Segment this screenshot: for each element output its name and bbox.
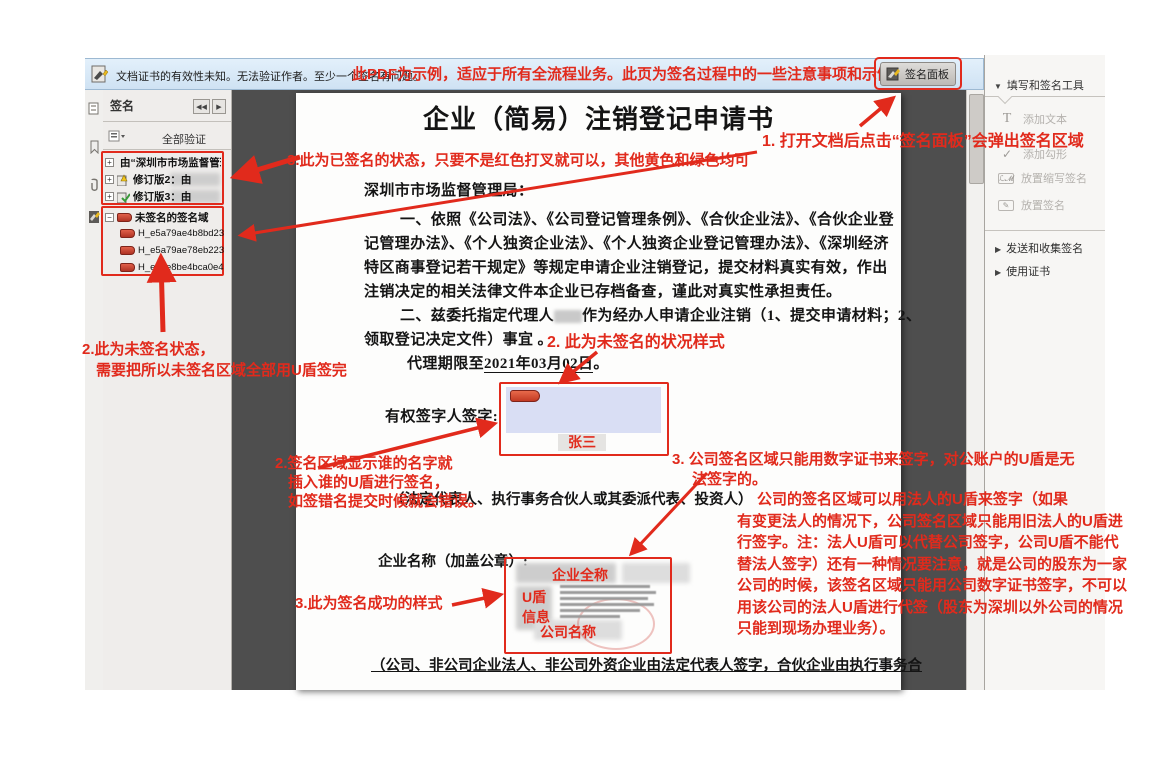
tree-item-label: H_e78e8be4bca0e4b895 [138, 262, 224, 273]
chevron-right-icon: ▶ [995, 245, 1001, 254]
signatures-pane-icon[interactable] [88, 210, 101, 224]
expand-icon[interactable]: + [105, 175, 114, 184]
bookmarks-icon[interactable] [88, 140, 101, 154]
doc-paragraph1-line4: 注销决定的相关法律文件本企业已存档备查，谨此对真实性承担责任。 [364, 280, 841, 301]
tree-item-label: 由“深圳市市场监督管理局 [120, 155, 221, 170]
panel-divider [103, 149, 231, 150]
acrobat-window: 文档证书的有效性未知。无法验证作者。至少一个签名有问题。 此PDF为示例，适应于… [0, 0, 1167, 758]
chevron-right-icon: ▶ [995, 268, 1001, 277]
tool-add-text[interactable]: T 添加文本 [998, 111, 1067, 127]
tree-item-label: 未签名的签名域 [135, 210, 209, 225]
annotation-unsigned-status-line1: 2.此为未签名状态， [82, 338, 215, 359]
annotation-label-company: 公司名称 [540, 622, 596, 642]
annotation-unsigned-sample: 2. 此为未签名的状况样式 [547, 328, 725, 352]
doc-signer-label: 有权签字人签字: [385, 405, 498, 426]
annotation-company-para-line6: 用该公司的法人U盾进行代签（股东为深圳以外公司的情况 [737, 596, 1123, 617]
annotation-top-note: 此PDF为示例，适应于所有全流程业务。此页为签名过程中的一些注意事项和示例 [352, 63, 892, 84]
signature-icon: ✎ [998, 200, 1014, 211]
tool-place-signature[interactable]: ✎ 放置签名 [998, 197, 1065, 213]
annotation-company-cert-line1: 3. 公司签名区域只能用数字证书来签字，对公账户的U盾是无 [672, 448, 1075, 469]
annotation-company-para-line4: 替法人签字）还有一种情况要注意，就是公司的股东为一家 [737, 553, 1127, 574]
collapse-panel-button[interactable]: ◀◀ [193, 99, 210, 114]
tree-item-label: H_e5a79ae78eb22323343 [138, 245, 224, 256]
panel-divider [985, 230, 1105, 231]
tree-item-label: 修订版3：由 [133, 189, 191, 204]
tree-item-signed-root[interactable]: + 由“深圳市市场监督管理局 [105, 155, 221, 170]
tree-item-label: H_e5a79ae4b8bd232334 [138, 228, 224, 239]
annotation-company-para-line2: 有变更法人的情况下，公司签名区域只能用旧法人的U盾进 [737, 510, 1123, 531]
tree-item-unsigned-group[interactable]: − 未签名的签名域 [105, 210, 221, 225]
add-text-icon: T [998, 111, 1016, 127]
expand-icon[interactable]: + [105, 192, 114, 201]
annotation-company-para-line5: 公司的时候，该签名区域只能用公司数字证书签字，不可以 [737, 574, 1127, 595]
annotation-signed-sample: 3.此为签名成功的样式 [295, 592, 443, 613]
tree-item-revision-2[interactable]: + 修订版2：由 [105, 172, 221, 187]
signature-valid-badge-icon [117, 191, 130, 203]
tool-place-initials[interactable]: ℒ𝓜 放置缩写签名 [998, 170, 1087, 186]
signature-warning-icon [89, 62, 113, 86]
panel-divider [103, 121, 231, 122]
annotation-owner-line2: 插入谁的U盾进行签名， [288, 471, 449, 492]
annotation-company-para-line3: 行签字。注：法人U盾可以代替公司签字，公司U盾不能代 [737, 531, 1119, 552]
unsigned-field-icon [120, 229, 135, 238]
signature-warning-badge-icon [117, 174, 130, 186]
annotation-unsigned-status-line2: 需要把所以未签名区域全部用U盾签完 [96, 359, 347, 380]
highlight-signature-panel-button [874, 57, 962, 90]
doc-salutation: 深圳市市场监督管理局： [364, 179, 533, 200]
agency-date: 2021年03月02日 [484, 356, 593, 373]
initials-icon: ℒ𝓜 [998, 173, 1014, 184]
attachments-paperclip-icon[interactable] [88, 178, 101, 192]
unsigned-field-icon [120, 246, 135, 255]
tree-item-revision-3[interactable]: + 修订版3：由 [105, 189, 221, 204]
doc-agency-term: 代理期限至2021年03月02日。 [407, 352, 609, 373]
tree-item-label: 修订版2：由 [133, 172, 191, 187]
doc-paragraph1-line2: 记管理办法》、《个人独资企业法》、《个人独资企业登记管理办法》、《深圳经济 [364, 232, 889, 253]
panel-menu-button[interactable]: ▶ [212, 99, 226, 114]
section-send-collect-signatures[interactable]: ▶发送和收集签名 [995, 240, 1083, 256]
annotation-owner-line1: 2.签名区域显示谁的名字就 [275, 452, 453, 473]
fill-sign-panel-header[interactable]: ▼填写和签名工具 [994, 77, 1084, 93]
tree-item-unsigned-field[interactable]: H_e78e8be4bca0e4b895 [120, 262, 224, 273]
doc-footer-line: （公司、非公司企业法人、非公司外资企业由法定代表人签字，合伙企业由执行事务合 [371, 654, 922, 675]
annotation-label-fullname: 企业全称 [552, 565, 608, 585]
doc-paragraph1-line1: 一、依照《公司法》、《公司登记管理条例》、《合伙企业法》、《合伙企业登 [400, 208, 894, 229]
doc-paragraph2-line2: 领取登记决定文件）事宜 。 [364, 328, 553, 349]
annotation-company-para-line1: 公司的签名区域可以用法人的U盾来签字（如果 [757, 488, 1068, 509]
highlight-unsigned-field [499, 382, 669, 456]
tree-item-unsigned-field[interactable]: H_e5a79ae78eb22323343 [120, 245, 224, 256]
panel-options-icon[interactable] [108, 129, 126, 148]
signatures-panel-title: 签名 [110, 97, 134, 114]
collapse-icon[interactable]: − [105, 213, 114, 222]
annotation-signed-status: 3.此为已签名的状态，只要不是红色打叉就可以，其他黄色和绿色均可 [287, 149, 750, 170]
unsigned-field-icon [117, 213, 132, 222]
annotation-company-para-line7: 只能到现场办理业务）。 [737, 617, 895, 638]
annotation-label-ukey-line1: U盾 [522, 587, 546, 607]
expand-icon[interactable]: + [105, 158, 114, 167]
doc-paragraph1-line3: 特区商事登记若干规定》等规定申请企业注销登记，提交材料真实有效，作出 [364, 256, 888, 277]
annotation-owner-line3: 如签错名提交时候就会错误。 [288, 490, 483, 511]
annotation-open-panel: 1. 打开文档后点击“签名面板”会弹出签名区域 [762, 127, 1084, 151]
doc-paragraph2-line1: 二、兹委托指定代理人作为经办人申请企业注销（1、提交申请材料；2、 [400, 304, 921, 325]
page-thumbnails-icon[interactable] [88, 102, 101, 116]
redaction-blur [554, 310, 582, 323]
chevron-down-icon: ▼ [994, 82, 1002, 91]
validate-all-button[interactable]: 全部验证 [162, 131, 206, 147]
tree-item-unsigned-field[interactable]: H_e5a79ae4b8bd232334 [120, 228, 224, 239]
section-work-with-certificates[interactable]: ▶使用证书 [995, 263, 1050, 279]
annotation-company-cert-line2: 法签字的。 [692, 468, 767, 489]
unsigned-field-icon [120, 263, 135, 272]
